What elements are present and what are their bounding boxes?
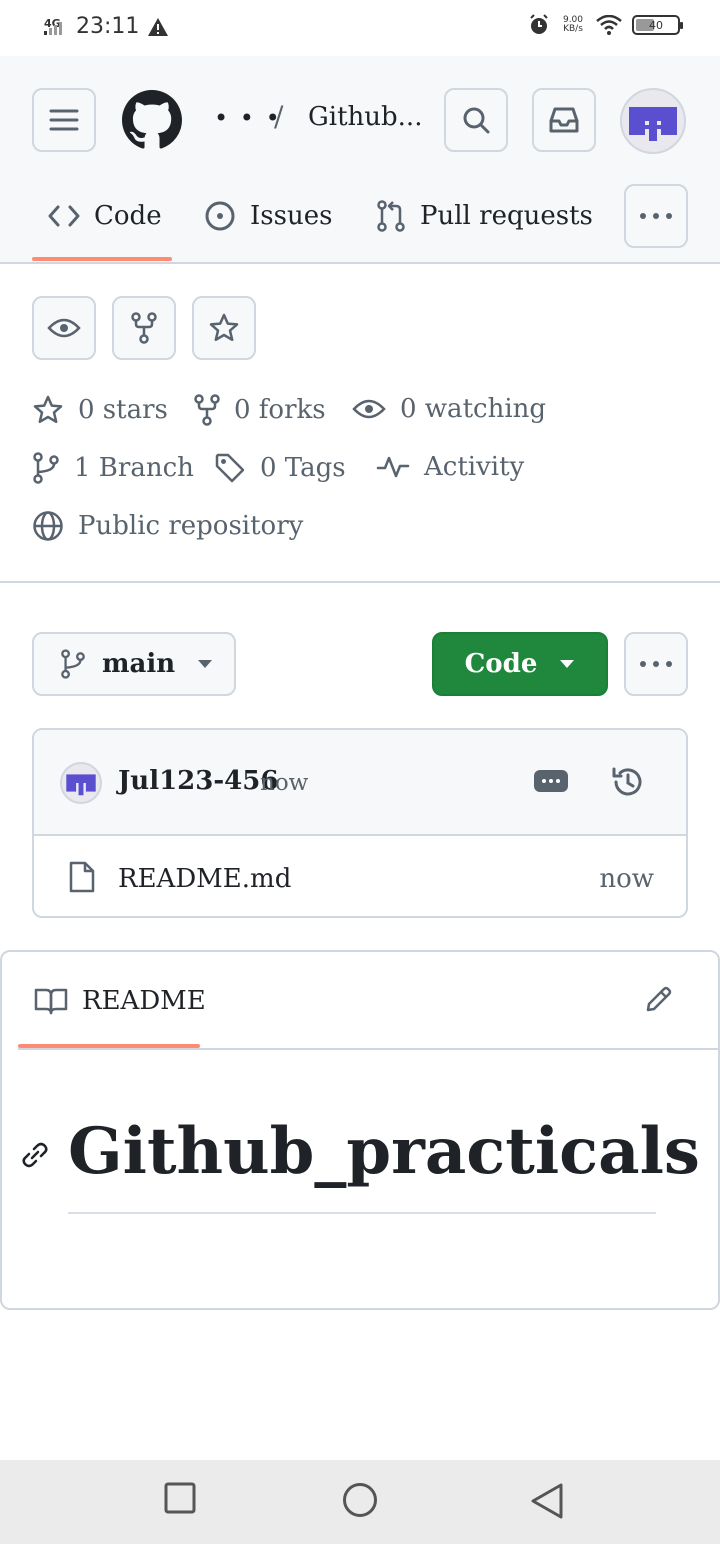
battery-level: 40 bbox=[649, 18, 663, 32]
forks-label: 0 forks bbox=[234, 395, 326, 425]
watch-button[interactable] bbox=[32, 296, 96, 360]
code-icon bbox=[48, 204, 80, 228]
triangle-down-icon bbox=[197, 659, 213, 669]
repo-forked-icon bbox=[131, 312, 157, 344]
breadcrumb-more[interactable]: • • • bbox=[214, 104, 282, 132]
status-right: 9.00 KB/s 40 bbox=[528, 14, 683, 36]
breadcrumb-repo[interactable]: Github... bbox=[308, 102, 422, 132]
git-branch-icon bbox=[60, 649, 86, 679]
avatar[interactable] bbox=[620, 88, 686, 154]
stars-label: 0 stars bbox=[78, 395, 168, 425]
activity-link[interactable]: Activity bbox=[376, 452, 524, 482]
home-icon[interactable] bbox=[342, 1482, 378, 1518]
commit-author[interactable]: Jul123-456 bbox=[118, 766, 278, 796]
commit-message-expand-button[interactable] bbox=[534, 770, 568, 792]
star-icon bbox=[32, 394, 64, 426]
status-bar: 4G 23:11 9.00 KB/s 40 bbox=[0, 0, 720, 56]
fork-button[interactable] bbox=[112, 296, 176, 360]
kebab-horizontal-icon bbox=[639, 212, 673, 220]
branch-select-button[interactable]: main bbox=[32, 632, 236, 696]
file-time: now bbox=[599, 864, 654, 894]
menu-button[interactable] bbox=[32, 88, 96, 152]
tab-selected-indicator bbox=[32, 257, 172, 261]
issue-opened-icon bbox=[204, 200, 236, 232]
stars-count[interactable]: 0 stars bbox=[32, 394, 168, 426]
github-logo-icon[interactable] bbox=[122, 90, 182, 150]
tag-icon bbox=[214, 452, 246, 484]
tab-code[interactable]: Code bbox=[48, 196, 162, 236]
visibility-label: Public repository bbox=[78, 511, 304, 541]
code-button-label: Code bbox=[464, 649, 538, 679]
branches-label: 1 Branch bbox=[74, 453, 194, 483]
repo-forked-icon bbox=[194, 394, 220, 426]
recents-icon[interactable] bbox=[164, 1482, 196, 1514]
tags-label: 0 Tags bbox=[260, 453, 346, 483]
history-icon[interactable] bbox=[610, 764, 646, 800]
watching-count[interactable]: 0 watching bbox=[352, 394, 546, 424]
readme-tab[interactable]: README bbox=[34, 986, 206, 1016]
inbox-icon bbox=[548, 106, 580, 134]
watching-label: 0 watching bbox=[400, 394, 547, 424]
breadcrumb-separator: / bbox=[274, 100, 284, 133]
readme-heading: Github_practicals bbox=[68, 1114, 700, 1189]
activity-label: Activity bbox=[424, 452, 525, 482]
search-icon bbox=[461, 105, 491, 135]
pulse-icon bbox=[376, 454, 410, 480]
tab-label: Issues bbox=[250, 201, 333, 231]
branch-name: main bbox=[102, 649, 176, 679]
file-row[interactable]: README.md now bbox=[34, 838, 686, 916]
signal-icon: 4G bbox=[40, 15, 68, 39]
inbox-button[interactable] bbox=[532, 88, 596, 152]
star-button[interactable] bbox=[192, 296, 256, 360]
warning-icon bbox=[147, 17, 169, 37]
file-browser: Jul123-456 now README.md now bbox=[32, 728, 688, 918]
commit-time: now bbox=[260, 770, 309, 796]
tab-pull-requests[interactable]: Pull requests bbox=[376, 196, 593, 236]
section-divider bbox=[0, 581, 720, 583]
book-icon bbox=[34, 987, 68, 1015]
tab-issues[interactable]: Issues bbox=[204, 196, 332, 236]
file-name[interactable]: README.md bbox=[118, 864, 291, 894]
globe-icon bbox=[32, 510, 64, 542]
tabs-more-button[interactable] bbox=[624, 184, 688, 248]
kebab-horizontal-icon bbox=[639, 660, 673, 668]
network-speed: 9.00 KB/s bbox=[560, 16, 586, 34]
code-dropdown-button[interactable]: Code bbox=[432, 632, 608, 696]
star-icon bbox=[208, 312, 240, 344]
wifi-icon bbox=[596, 15, 622, 35]
tab-label: Pull requests bbox=[420, 201, 593, 231]
git-branch-icon bbox=[32, 452, 60, 484]
alarm-icon bbox=[528, 14, 550, 36]
tags-link[interactable]: 0 Tags bbox=[214, 452, 346, 484]
search-button[interactable] bbox=[444, 88, 508, 152]
branches-link[interactable]: 1 Branch bbox=[32, 452, 194, 484]
commit-avatar[interactable] bbox=[60, 762, 102, 804]
link-icon[interactable] bbox=[20, 1140, 50, 1170]
system-nav-bar bbox=[0, 1460, 720, 1544]
readme-tab-label: README bbox=[82, 986, 206, 1016]
hamburger-icon bbox=[49, 108, 79, 132]
visibility-info: Public repository bbox=[32, 510, 303, 542]
file-icon bbox=[68, 860, 96, 894]
eye-icon bbox=[352, 397, 386, 421]
readme-separator bbox=[18, 1048, 720, 1050]
eye-icon bbox=[47, 316, 81, 340]
speed-unit: KB/s bbox=[563, 24, 583, 34]
forks-count[interactable]: 0 forks bbox=[194, 394, 326, 426]
triangle-down-icon bbox=[559, 659, 575, 669]
repo-more-button[interactable] bbox=[624, 632, 688, 696]
latest-commit-row: Jul123-456 now bbox=[34, 730, 686, 836]
git-pull-request-icon bbox=[376, 200, 406, 232]
back-icon[interactable] bbox=[530, 1482, 564, 1520]
pencil-icon[interactable] bbox=[644, 984, 674, 1014]
heading-rule bbox=[68, 1212, 656, 1214]
battery-icon: 40 bbox=[632, 15, 683, 35]
status-left: 4G 23:11 bbox=[40, 14, 169, 39]
readme-panel: README Github_practicals bbox=[0, 950, 720, 1310]
clock: 23:11 bbox=[76, 14, 140, 39]
tab-label: Code bbox=[94, 201, 162, 231]
